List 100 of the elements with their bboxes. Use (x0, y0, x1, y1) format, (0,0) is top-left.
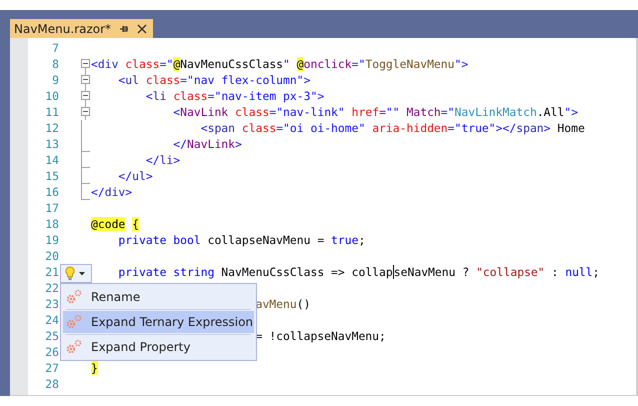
line-number: 25 (44, 329, 59, 343)
code-token: = (180, 73, 188, 87)
line-number: 21 (44, 265, 59, 279)
code-token: Match (406, 105, 441, 119)
code-token: = (208, 89, 214, 103)
code-token: < (200, 121, 208, 135)
line-number: 15 (44, 169, 59, 183)
code-token: li (152, 89, 168, 103)
code-token: li (160, 153, 174, 167)
line-number: 17 (44, 201, 59, 215)
code-token: NavLink (187, 137, 236, 151)
code-token: " (564, 105, 572, 119)
line-number: 8 (51, 57, 59, 71)
code-token: = (276, 121, 284, 135)
collapse-icon[interactable] (81, 72, 90, 88)
line-number: 20 (44, 249, 59, 263)
code-token: div (104, 185, 126, 199)
code-token: </ (172, 137, 188, 151)
code-token: > (304, 73, 310, 87)
quick-actions-button[interactable] (60, 264, 92, 283)
text-caret (392, 265, 394, 279)
line-number: 22 (44, 281, 59, 295)
line-number: 9 (51, 73, 59, 87)
editor-tab[interactable]: NavMenu.razor* (10, 19, 154, 38)
menu-item[interactable]: Expand Ternary Expression (63, 311, 254, 333)
line-number: 7 (51, 41, 59, 55)
code-token: NavMenuCssClass (180, 57, 284, 71)
code-token: "collapse" (476, 265, 545, 279)
code-token: =" (352, 57, 366, 71)
line-number: 26 (44, 345, 59, 359)
code-token: "oi oi-home" (283, 121, 366, 135)
line-number: 13 (44, 137, 59, 151)
code-token: class (146, 73, 180, 87)
code-token: seNavMenu ? (394, 265, 470, 279)
code-token: "nav-item px-3" (214, 89, 318, 103)
code-token: "true" (454, 121, 496, 135)
code-token: < (117, 73, 126, 87)
pin-icon[interactable] (119, 24, 130, 34)
tab-title: NavMenu.razor* (14, 22, 112, 36)
menu-item[interactable]: Rename (63, 286, 254, 308)
code-token: private bool (117, 233, 201, 247)
code-token: class (235, 105, 270, 119)
code-token: </ (117, 169, 132, 183)
code-token: NavLinkMatch (454, 105, 537, 119)
code-token: div (98, 57, 120, 71)
code-token: " (283, 57, 291, 71)
code-token: "" (386, 105, 401, 119)
razor-token: @ (173, 57, 180, 71)
code-token: class (173, 89, 208, 103)
razor-token: @ (296, 57, 304, 71)
code-token: Home (556, 121, 585, 135)
code-token: > (173, 153, 180, 167)
code-token: < (172, 105, 180, 119)
line-number: 24 (44, 313, 59, 327)
line-number: 16 (44, 185, 59, 199)
code-token: "nav flex-column" (187, 73, 304, 87)
code-token: avMenu (254, 297, 297, 311)
collapse-icon[interactable] (81, 88, 90, 104)
close-icon[interactable] (137, 24, 148, 34)
code-token: ; (592, 265, 600, 279)
code-token: < (91, 57, 98, 71)
collapse-icon[interactable] (81, 56, 90, 72)
code-token: "nav-link" (276, 105, 346, 119)
code-token: ></ (496, 121, 516, 135)
code-token: .All (536, 105, 564, 119)
collapse-icon[interactable] (81, 104, 90, 120)
line-number: 23 (44, 297, 59, 311)
line-number: 10 (44, 89, 59, 103)
code-token: span (208, 121, 236, 135)
line-number: 14 (44, 153, 59, 167)
line-number: 28 (44, 377, 59, 391)
line-number: 18 (44, 217, 59, 231)
code-token: </ (144, 153, 160, 167)
razor-token: } (91, 361, 98, 375)
lightbulb-icon (65, 266, 75, 281)
code-token: "> (454, 57, 468, 71)
menu-item[interactable]: Expand Property (63, 336, 254, 358)
line-number: 19 (44, 233, 59, 247)
caret-icon (79, 272, 85, 276)
code-token: () (296, 297, 310, 311)
razor-token: { (132, 217, 139, 231)
code-token: NavLink (180, 105, 230, 119)
code-token: = (448, 121, 454, 135)
code-token: aria-hidden (372, 121, 448, 135)
code-token: null (565, 265, 593, 279)
code-token: class (242, 121, 276, 135)
code-token: < (144, 89, 153, 103)
code-token: > (146, 169, 153, 183)
gears-icon (65, 339, 83, 355)
code-token: > (317, 89, 324, 103)
gears-icon (65, 314, 83, 330)
code-token: ul (125, 73, 140, 87)
code-token: href (352, 105, 380, 119)
code-token: = (269, 105, 276, 119)
code-token: = (440, 105, 448, 119)
line-number: 27 (44, 361, 59, 375)
code-token: span (516, 121, 544, 135)
code-token: > (571, 105, 578, 119)
code-token: </ (91, 185, 105, 199)
code-token: = (379, 105, 386, 119)
